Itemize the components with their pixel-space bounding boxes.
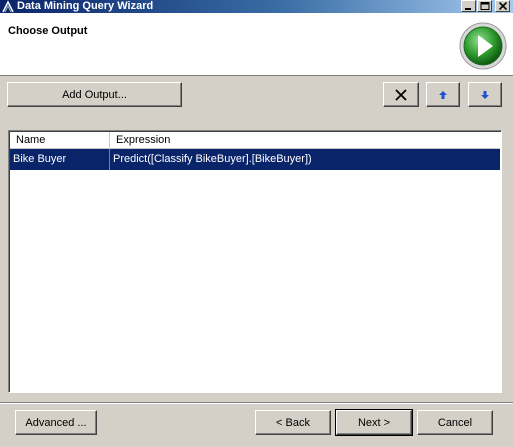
advanced-label: Advanced ...: [25, 416, 87, 429]
move-up-button[interactable]: [426, 82, 460, 107]
close-icon: [498, 2, 508, 11]
wizard-play-icon: [458, 21, 508, 71]
column-header-name[interactable]: Name: [10, 132, 110, 148]
next-button[interactable]: Next >: [335, 409, 413, 436]
cancel-button[interactable]: Cancel: [417, 410, 493, 435]
page-title: Choose Output: [8, 25, 88, 37]
close-window-button[interactable]: [495, 0, 510, 12]
advanced-button[interactable]: Advanced ...: [15, 410, 97, 435]
grid-header: Name Expression: [10, 132, 500, 149]
cancel-label: Cancel: [437, 416, 473, 429]
back-label: < Back: [276, 416, 310, 429]
back-button[interactable]: < Back: [255, 410, 331, 435]
delete-output-button[interactable]: [383, 82, 419, 107]
maximize-button[interactable]: [477, 0, 492, 12]
delete-x-icon: [395, 88, 407, 101]
window-title: Data Mining Query Wizard: [17, 0, 154, 12]
footer-divider: [0, 402, 513, 404]
add-output-label: Add Output...: [62, 88, 127, 101]
maximize-icon: [480, 2, 490, 10]
arrow-up-icon: [439, 90, 447, 99]
wizard-app-icon: [1, 0, 15, 13]
wizard-header: Choose Output: [0, 13, 513, 76]
arrow-down-icon: [481, 90, 489, 99]
title-bar[interactable]: Data Mining Query Wizard: [0, 0, 513, 13]
move-down-button[interactable]: [468, 82, 502, 107]
next-label: Next >: [357, 416, 391, 429]
add-output-button[interactable]: Add Output...: [7, 82, 182, 107]
output-grid[interactable]: Name Expression Bike Buyer Predict([Clas…: [8, 130, 502, 393]
minimize-button[interactable]: [461, 0, 476, 12]
table-row[interactable]: Bike Buyer Predict([Classify BikeBuyer].…: [10, 149, 500, 170]
minimize-icon: [465, 8, 471, 10]
row-name-cell[interactable]: Bike Buyer: [10, 149, 110, 170]
row-expression-cell[interactable]: Predict([Classify BikeBuyer].[BikeBuyer]…: [110, 149, 500, 170]
column-header-expression[interactable]: Expression: [110, 132, 502, 148]
